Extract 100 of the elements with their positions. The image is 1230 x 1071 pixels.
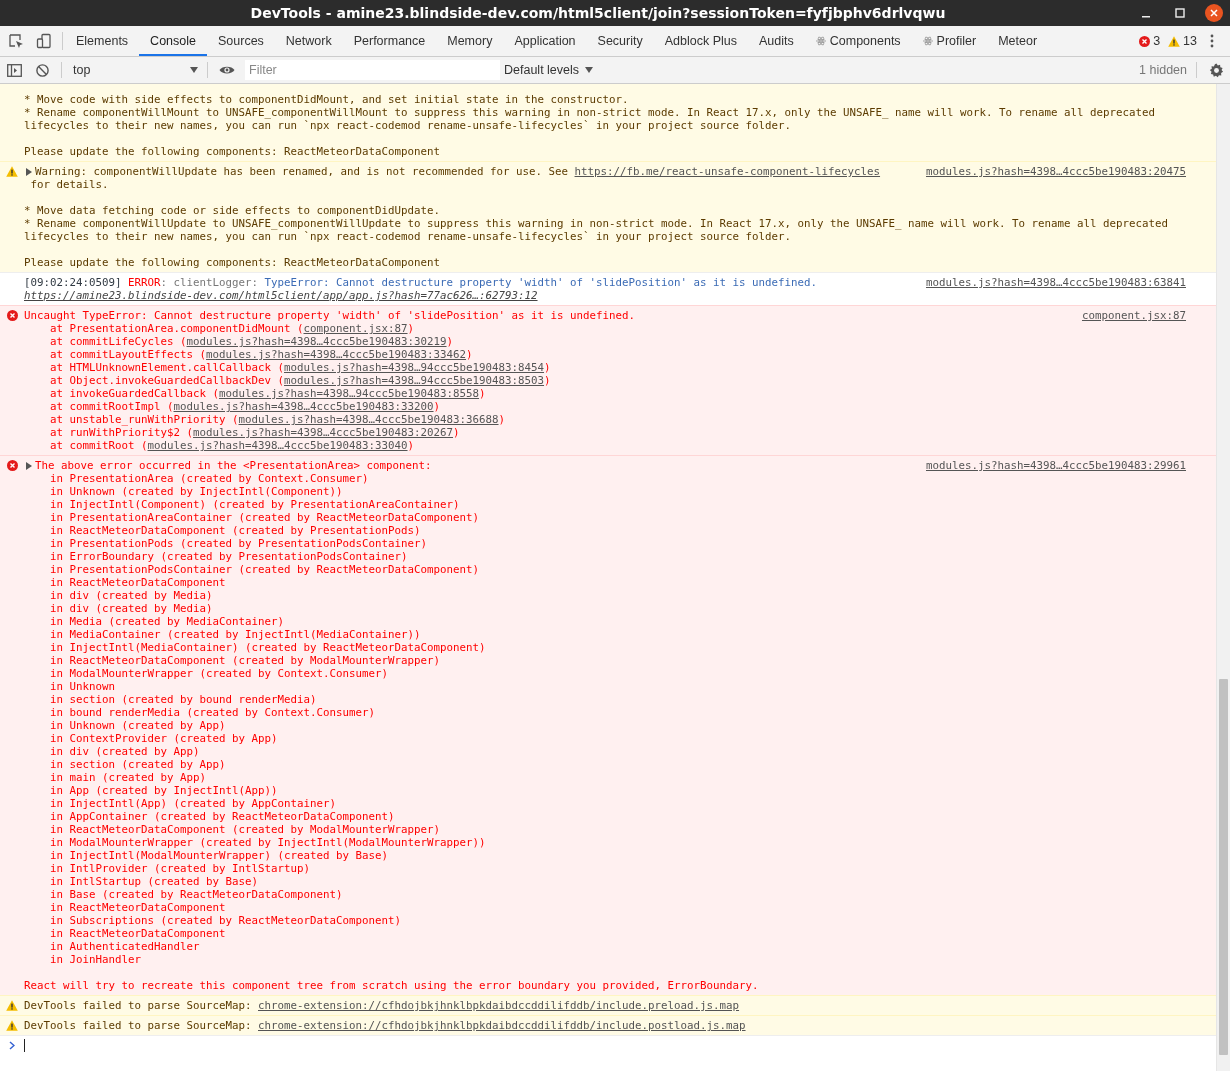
panel-tab[interactable]: Audits — [748, 28, 805, 56]
clear-console-icon[interactable] — [35, 63, 49, 77]
source-link[interactable]: https://fb.me/react-unsafe-component-lifecycles — [574, 165, 881, 178]
source-link[interactable]: modules.js?hash=4398…94ccc5be190483:8454 — [284, 361, 545, 374]
message-text: * Move code with side effects to componentDidMount, and set initial state in the constructor. — [24, 93, 630, 106]
eye-icon[interactable] — [219, 65, 235, 75]
source-link[interactable]: modules.js?hash=4398…4ccc5be190483:20267 — [193, 426, 454, 439]
source-link[interactable]: modules.js?hash=4398…4ccc5be190483:36688 — [238, 413, 499, 426]
menu-icon — [1210, 34, 1214, 48]
panel-tab[interactable]: Meteor — [987, 28, 1049, 56]
url-link[interactable]: https://amine23.blindside-dev.com/html5client/app/app.js?hash=77ac626…:62793:12 — [24, 289, 538, 302]
sidebar-toggle-icon[interactable] — [6, 63, 22, 77]
source-link[interactable]: chrome-extension://cfhdojbkjhnklbpkdaibdccddilifddb/include.preload.js.map — [258, 999, 740, 1012]
panel-tab[interactable]: Network — [274, 28, 343, 56]
source-link[interactable]: modules.js?hash=4398…4ccc5be190483:29961 — [906, 459, 1186, 472]
stack-line: in div (created by App) — [49, 745, 201, 758]
message-text: for details. — [29, 178, 110, 191]
panel-tab[interactable]: Elements — [65, 28, 140, 56]
stack-line: in IntlProvider (created by IntlStartup) — [49, 862, 311, 875]
window-title: DevTools - amine23.blindside-dev.com/html5client/join?sessionToken=fyfjbphv6drlvqwu — [249, 5, 947, 21]
context-select[interactable]: top — [67, 63, 202, 77]
stack-line: in div (created by Media) — [49, 602, 214, 615]
expand-arrow-icon[interactable] — [26, 461, 32, 470]
stack-line: in ReactMeteorDataComponent — [49, 927, 227, 940]
message-text: DevTools failed to parse SourceMap: chrome-extension://cfhdojbkjhnklbpkdaibdccddilifddb/include.postload.js.map — [24, 1019, 747, 1032]
source-link[interactable]: component.jsx:87 — [1062, 309, 1186, 322]
source-link[interactable]: modules.js?hash=4398…4ccc5be190483:20475 — [906, 165, 1186, 178]
warning-count-button[interactable]: 13 — [1165, 34, 1200, 48]
scrollbar-thumb[interactable] — [1219, 679, 1228, 1056]
close-icon — [1205, 4, 1223, 22]
error-count-button[interactable]: 3 — [1136, 34, 1164, 48]
caret-icon — [190, 67, 198, 73]
atom-icon — [815, 36, 826, 46]
stack-line: in Unknown (created by App) — [49, 719, 227, 732]
settings-icon[interactable] — [1208, 62, 1224, 78]
stack-line: in bound renderMedia (created by Context.Consumer) — [49, 706, 376, 719]
stack-line: in PresentationArea (created by Context.Consumer) — [49, 472, 370, 485]
message-text: Please update the following components: ReactMeteorDataComponent — [24, 256, 442, 269]
source-link[interactable]: chrome-extension://cfhdojbkjhnklbpkdaibdccddilifddb/include.postload.js.map — [258, 1019, 746, 1032]
close-button[interactable] — [1204, 3, 1224, 23]
stack-line: in InjectIntl(MediaContainer) (created by ReactMeteorDataComponent) — [49, 641, 487, 654]
stack-line: in InjectIntl(ModalMounterWrapper) (created by Base) — [49, 849, 389, 862]
source-link[interactable]: modules.js?hash=4398…4ccc5be190483:33462 — [206, 348, 467, 361]
source-link[interactable]: modules.js?hash=4398…4ccc5be190483:33200 — [173, 400, 434, 413]
warning-icon — [6, 166, 18, 177]
source-link[interactable]: modules.js?hash=4398…4ccc5be190483:63841 — [906, 276, 1186, 289]
atom-icon — [922, 36, 933, 46]
stack-line: in Subscriptions (created by ReactMeteorDataComponent) — [49, 914, 402, 927]
stack-line: in section (created by App) — [49, 758, 227, 771]
stack-line: in ReactMeteorDataComponent (created by PresentationPods) — [49, 524, 422, 537]
stack-line: in AppContainer (created by ReactMeteorDataComponent) — [49, 810, 396, 823]
source-link[interactable]: component.jsx:87 — [303, 322, 408, 335]
error-icon — [6, 460, 18, 471]
warning-icon — [6, 1020, 18, 1031]
stack-line: in ReactMeteorDataComponent (created by ModalMounterWrapper) — [49, 823, 442, 836]
message-text: * Rename componentWillMount to UNSAFE_componentWillMount to suppress this warning in non-strict mode. In React 17.x, only the UNSAFE_ name will work. To rename all deprecated — [24, 106, 1157, 119]
stack-line: in PresentationPodsContainer (created by ReactMeteorDataComponent) — [49, 563, 481, 576]
stack-line: in InjectIntl(App) (created by AppContainer) — [49, 797, 337, 810]
panel-tab[interactable]: Profiler — [911, 28, 988, 56]
stack-line: in Unknown (created by InjectIntl(Component)) — [49, 485, 344, 498]
message-text: Please update the following components: ReactMeteorDataComponent — [24, 145, 442, 158]
source-link[interactable]: modules.js?hash=4398…94ccc5be190483:8558 — [219, 387, 480, 400]
panel-tab[interactable]: Sources — [207, 28, 275, 56]
stack-line: in div (created by Media) — [49, 589, 214, 602]
stack-line: at HTMLUnknownElement.callCallback (modules.js?hash=4398…94ccc5be190483:8454) — [49, 361, 552, 374]
stack-line: at commitLayoutEffects (modules.js?hash=4398…4ccc5be190483:33462) — [49, 348, 474, 361]
device-toolbar-icon[interactable] — [36, 33, 52, 49]
expand-arrow-icon[interactable] — [26, 167, 32, 176]
source-link[interactable]: modules.js?hash=4398…94ccc5be190483:8503 — [284, 374, 545, 387]
source-link[interactable]: modules.js?hash=4398…4ccc5be190483:33040 — [147, 439, 408, 452]
message-text: lifecycles to their new names, you can run `npx react-codemod rename-unsafe-lifecycles` in your project source folder. — [24, 119, 793, 132]
scrollbar[interactable] — [1216, 84, 1230, 1071]
message-text: * Rename componentWillUpdate to UNSAFE_componentWillUpdate to suppress this warning in non-strict mode. In React 17.x, only the UNSAFE_ name will work. To rename all deprecated — [24, 217, 1170, 230]
panel-tab[interactable]: Security — [586, 28, 654, 56]
panel-tab[interactable]: Performance — [342, 28, 437, 56]
inspect-element-icon[interactable] — [8, 33, 24, 49]
panel-tab[interactable]: Application — [503, 28, 587, 56]
stack-line: in JoinHandler — [49, 953, 142, 966]
stack-line: in ReactMeteorDataComponent — [49, 576, 227, 589]
stack-line: in ContextProvider (created by App) — [49, 732, 279, 745]
panel-tab[interactable]: Components — [804, 28, 912, 56]
stack-line: in IntlStartup (created by Base) — [49, 875, 259, 888]
message-text: The above error occurred in the <PresentationArea> component: — [35, 459, 432, 472]
hidden-count: 1 hidden — [1139, 63, 1188, 77]
source-link[interactable]: modules.js?hash=4398…4ccc5be190483:30219 — [186, 335, 447, 348]
stack-line: in section (created by bound renderMedia) — [49, 693, 318, 706]
stack-line: at Object.invokeGuardedCallbackDev (modules.js?hash=4398…94ccc5be190483:8503) — [49, 374, 552, 387]
filter-field[interactable]: Filter — [245, 60, 500, 80]
panel-tab[interactable]: Adblock Plus — [653, 28, 748, 56]
stack-line: in Base (created by ReactMeteorDataComponent) — [49, 888, 344, 901]
error-icon — [1139, 35, 1151, 47]
caret-icon — [585, 67, 594, 73]
stack-line: in App (created by InjectIntl(App)) — [49, 784, 279, 797]
text-cursor — [24, 1038, 25, 1052]
panel-tab[interactable]: Memory — [436, 28, 504, 56]
stack-line: at commitLifeCycles (modules.js?hash=4398…4ccc5be190483:30219) — [49, 335, 455, 348]
stack-line: at commitRoot (modules.js?hash=4398…4ccc5be190483:33040) — [49, 439, 416, 452]
stack-line: at runWithPriority$2 (modules.js?hash=4398…4ccc5be190483:20267) — [49, 426, 461, 439]
log-levels-select[interactable]: Default levels — [500, 63, 598, 77]
minimize-icon — [1142, 15, 1150, 18]
